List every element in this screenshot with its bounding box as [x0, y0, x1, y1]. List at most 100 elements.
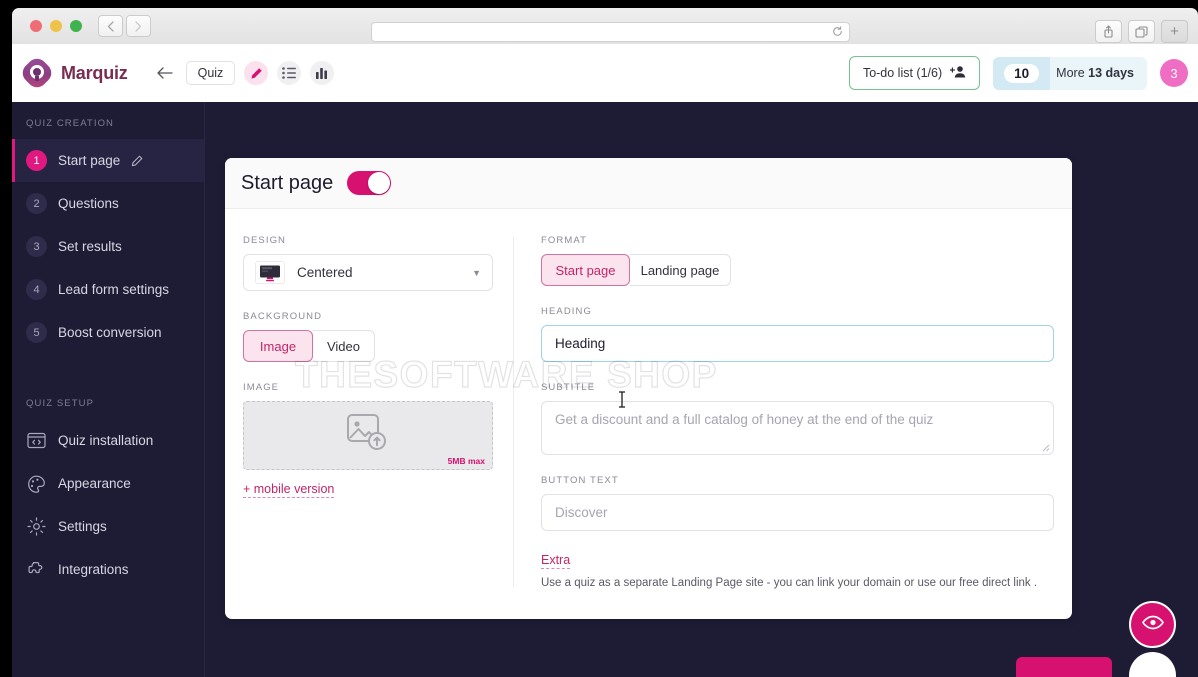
heading-field: HEADING Heading	[541, 306, 1054, 362]
card-body: DESIGN Centered ▼ BACKGROUND Image Video…	[225, 209, 1072, 619]
save-button[interactable]	[1016, 657, 1112, 677]
reload-icon[interactable]	[832, 25, 843, 39]
sidebar-section-quiz-creation: QUIZ CREATION	[26, 118, 115, 129]
bar-chart-icon[interactable]	[310, 61, 335, 85]
image-field: IMAGE 5MB max + mobile version	[243, 382, 493, 498]
heading-label: HEADING	[541, 306, 592, 317]
mobile-version-link[interactable]: + mobile version	[243, 482, 335, 498]
page-title: Start page	[241, 171, 334, 194]
format-field: FORMAT Start page Landing page	[541, 235, 1054, 286]
help-button[interactable]	[1129, 652, 1176, 677]
start-page-card: Start page DESIGN Centered ▼ BACKGROUND …	[225, 158, 1072, 619]
trial-days-value: 13 days	[1088, 66, 1134, 80]
sidebar-section-quiz-setup: QUIZ SETUP	[26, 398, 95, 409]
format-label: FORMAT	[541, 235, 588, 246]
pencil-icon[interactable]	[244, 61, 269, 85]
preview-button[interactable]	[1129, 601, 1176, 648]
edit-pencil-icon[interactable]	[131, 155, 143, 167]
sidebar-step-number: 3	[26, 236, 47, 257]
sidebar-item-settings[interactable]: Settings	[12, 505, 204, 548]
trial-days-prefix: More	[1056, 66, 1089, 80]
design-label: DESIGN	[243, 235, 287, 246]
browser-nav-buttons	[98, 15, 151, 37]
start-page-toggle[interactable]	[347, 171, 392, 195]
image-label: IMAGE	[243, 382, 280, 393]
back-icon[interactable]	[98, 15, 123, 37]
subtitle-textarea[interactable]: Get a discount and a full catalog of hon…	[541, 401, 1054, 455]
sidebar-item-set-results[interactable]: 3 Set results	[12, 225, 204, 268]
background-segmented-control: Image Video	[243, 330, 493, 362]
sidebar-item-start-page[interactable]: 1 Start page	[12, 139, 204, 182]
subtitle-placeholder: Get a discount and a full catalog of hon…	[555, 412, 934, 427]
sidebar-item-integrations[interactable]: Integrations	[12, 548, 204, 591]
sidebar-item-appearance[interactable]: Appearance	[12, 462, 204, 505]
sidebar-step-number: 2	[26, 193, 47, 214]
heading-input-value: Heading	[555, 336, 606, 351]
sidebar-item-boost-conversion[interactable]: 5 Boost conversion	[12, 311, 204, 354]
header-right: To-do list (1/6) 10 More 13 days 3	[848, 56, 1188, 90]
design-value: Centered	[297, 265, 353, 280]
sidebar-item-questions[interactable]: 2 Questions	[12, 182, 204, 225]
code-window-icon	[26, 430, 47, 451]
extra-link[interactable]: Extra	[541, 553, 571, 569]
trial-days-pill[interactable]: 10 More 13 days	[993, 56, 1147, 90]
new-tab-button[interactable]: +	[1161, 20, 1188, 43]
sidebar-item-label: Quiz installation	[58, 433, 154, 448]
list-icon[interactable]	[277, 61, 302, 85]
gear-icon	[26, 516, 47, 537]
screen-root: + Marquiz Quiz To-do list (1/6) 10 More …	[0, 0, 1198, 677]
button-text-input[interactable]: Discover	[541, 494, 1054, 531]
sidebar-step-number: 1	[26, 150, 47, 171]
quiz-breadcrumb-chip[interactable]: Quiz	[185, 61, 236, 85]
maximize-window-button[interactable]	[70, 20, 82, 32]
marquiz-logo-icon	[22, 58, 52, 88]
main-canvas: Start page DESIGN Centered ▼ BACKGROUND …	[205, 102, 1198, 677]
image-max-size-note: 5MB max	[447, 456, 485, 466]
brand-name: Marquiz	[61, 62, 128, 83]
sidebar-item-label: Integrations	[58, 562, 129, 577]
share-icon[interactable]	[1095, 20, 1122, 43]
palette-icon	[26, 473, 47, 494]
brand-logo[interactable]: Marquiz	[22, 58, 128, 88]
sidebar-item-label: Settings	[58, 519, 107, 534]
close-window-button[interactable]	[30, 20, 42, 32]
todo-list-label: To-do list (1/6)	[862, 66, 943, 80]
minimize-window-button[interactable]	[50, 20, 62, 32]
heading-input[interactable]: Heading	[541, 325, 1054, 362]
trial-days-number: 10	[1004, 63, 1040, 83]
puzzle-icon	[26, 559, 47, 580]
address-bar[interactable]	[371, 22, 850, 42]
sidebar-step-number: 4	[26, 279, 47, 300]
trial-days-text: More 13 days	[1050, 66, 1147, 80]
resize-grip-icon[interactable]	[1041, 443, 1051, 453]
sidebar-item-label: Start page	[58, 153, 121, 168]
sidebar: QUIZ CREATION 1 Start page 2 Questions 3…	[12, 102, 205, 677]
app-window: Marquiz Quiz To-do list (1/6) 10 More 13…	[12, 44, 1198, 677]
sidebar-item-quiz-installation[interactable]: Quiz installation	[12, 419, 204, 462]
sidebar-item-label: Boost conversion	[58, 325, 162, 340]
eye-icon	[1141, 615, 1164, 635]
todo-list-button[interactable]: To-do list (1/6)	[848, 56, 981, 90]
sidebar-item-label: Lead form settings	[58, 282, 170, 297]
browser-right-buttons: +	[1095, 20, 1188, 43]
window-traffic-lights	[30, 20, 82, 32]
format-segmented-control: Start page Landing page	[541, 254, 1054, 286]
header-back-icon[interactable]	[153, 61, 177, 85]
format-option-landing-page[interactable]: Landing page	[630, 254, 731, 286]
background-option-image[interactable]: Image	[243, 330, 313, 362]
image-upload-dropzone[interactable]: 5MB max	[243, 401, 493, 470]
forward-icon[interactable]	[126, 15, 151, 37]
left-column: DESIGN Centered ▼ BACKGROUND Image Video…	[243, 235, 513, 589]
sidebar-item-lead-form-settings[interactable]: 4 Lead form settings	[12, 268, 204, 311]
tabs-icon[interactable]	[1128, 20, 1155, 43]
trial-days-number-wrap: 10	[993, 56, 1051, 90]
sidebar-item-label: Set results	[58, 239, 122, 254]
background-option-video[interactable]: Video	[313, 330, 375, 362]
design-select[interactable]: Centered ▼	[243, 254, 493, 291]
toggle-knob	[368, 172, 391, 194]
app-header: Marquiz Quiz To-do list (1/6) 10 More 13…	[12, 44, 1198, 102]
avatar[interactable]: 3	[1160, 59, 1188, 87]
image-upload-icon	[346, 413, 390, 458]
background-label: BACKGROUND	[243, 311, 323, 322]
format-option-start-page[interactable]: Start page	[541, 254, 630, 286]
